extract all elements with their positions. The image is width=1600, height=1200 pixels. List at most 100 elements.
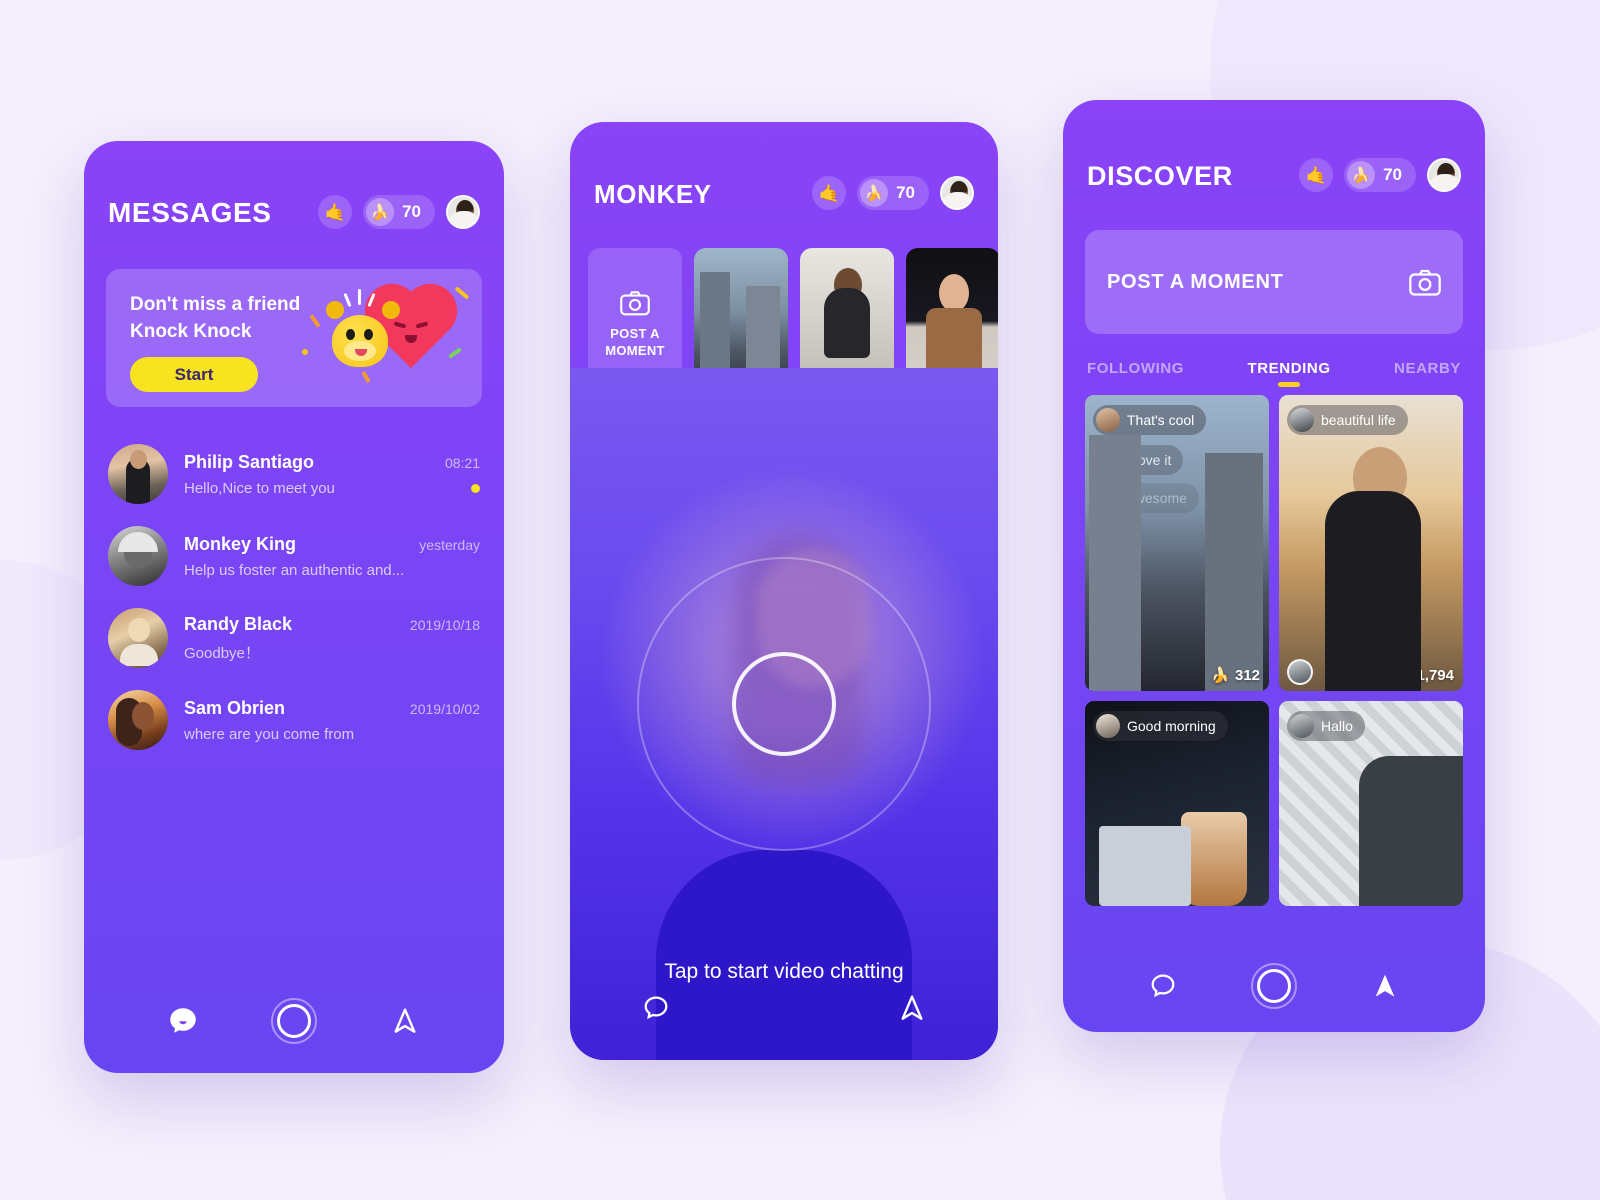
contact-name: Sam Obrien	[184, 697, 286, 718]
message-time: yesterday	[419, 536, 480, 553]
page-title: MESSAGES	[108, 197, 272, 228]
banana-count: 70	[402, 202, 421, 221]
knock-knock-banner[interactable]: Don't miss a friend Knock Knock Start	[106, 269, 482, 407]
comment-bubble: awesome	[1093, 483, 1199, 513]
start-button[interactable]: Start	[130, 357, 258, 392]
avatar	[1096, 714, 1120, 738]
moment-card-city[interactable]: That's cool I love it awesome 🍌 312	[1085, 395, 1269, 691]
bottom-navigation	[570, 956, 998, 1060]
shaka-hand-icon[interactable]: 🤙	[1299, 158, 1334, 192]
moment-card-woman-sunset[interactable]: beautiful life 🍌 1,794	[1279, 395, 1463, 691]
banana-icon: 🍌	[1347, 161, 1376, 189]
tap-to-start-button[interactable]	[732, 652, 836, 756]
banana-icon: 🍌	[1211, 667, 1230, 684]
message-preview: Hello,Nice to meet you	[184, 479, 335, 497]
camera-icon	[620, 290, 650, 315]
navigation-arrow-icon[interactable]	[884, 980, 940, 1036]
page-title: MONKEY	[594, 179, 712, 209]
avatar[interactable]	[940, 176, 974, 210]
circle-record-icon[interactable]	[266, 993, 322, 1049]
shaka-hand-icon[interactable]: 🤙	[812, 176, 847, 210]
banana-count: 70	[1383, 165, 1402, 184]
like-count: 🍌 312	[1211, 666, 1260, 685]
monkey-heart-illustration	[298, 279, 474, 397]
chat-bubble-icon[interactable]	[628, 980, 684, 1036]
discover-header: DISCOVER 🤙 🍌 70	[1063, 100, 1485, 208]
banana-icon: 🍌	[860, 179, 889, 207]
bottom-navigation	[84, 969, 504, 1073]
comment-text: I love it	[1127, 452, 1172, 468]
avatar	[108, 690, 168, 750]
post-a-moment-bar[interactable]: POST A MOMENT	[1085, 230, 1463, 334]
list-item[interactable]: Sam Obrien 2019/10/02 where are you come…	[84, 679, 504, 761]
list-item[interactable]: Randy Black 2019/10/18 Goodbye！	[84, 597, 504, 679]
post-a-moment-label: POST A MOMENT	[605, 325, 665, 359]
comment-bubble: beautiful life	[1287, 405, 1408, 435]
message-time: 2019/10/18	[409, 616, 480, 633]
camera-icon	[1409, 269, 1441, 296]
list-item[interactable]: Monkey King yesterday Help us foster an …	[84, 515, 504, 597]
navigation-arrow-icon[interactable]	[1357, 958, 1413, 1014]
avatar	[108, 608, 168, 668]
comment-text: Hallo	[1321, 718, 1353, 734]
avatar[interactable]	[1427, 158, 1461, 192]
background-dot-b	[1405, 1110, 1461, 1166]
avatar	[108, 444, 168, 504]
shaka-hand-icon[interactable]: 🤙	[318, 195, 353, 229]
comment-bubble: That's cool	[1093, 405, 1207, 435]
monkey-header: MONKEY 🤙 🍌 70	[570, 122, 998, 210]
chat-bubble-icon[interactable]	[1135, 958, 1191, 1014]
chat-bubble-icon[interactable]	[155, 993, 211, 1049]
banana-icon: 🍌	[1392, 667, 1412, 684]
post-moment-line-2: MOMENT	[605, 342, 665, 358]
contact-name: Randy Black	[184, 613, 293, 634]
message-preview: Help us foster an authentic and...	[184, 561, 405, 579]
phone-screen-messages: MESSAGES 🤙 🍌 70 Don't miss a friend Knoc…	[84, 141, 504, 1073]
messages-header: MESSAGES 🤙 🍌 70	[84, 141, 504, 247]
message-time: 08:21	[444, 454, 480, 471]
like-count-value: 312	[1234, 666, 1260, 684]
like-count-value: 1,794	[1416, 666, 1454, 684]
comment-text: Good morning	[1127, 718, 1216, 734]
knock-knock-title: Don't miss a friend Knock Knock	[130, 291, 300, 345]
post-moment-line-1: POST A	[610, 325, 660, 341]
comment-bubble: I love it	[1093, 445, 1184, 475]
banana-icon: 🍌	[366, 198, 395, 226]
phone-screen-discover: DISCOVER 🤙 🍌 70 POST A MOMENT FOLLOWING …	[1063, 100, 1485, 1032]
like-count: 🍌 1,794	[1392, 666, 1454, 685]
banana-balance-pill[interactable]: 🍌 70	[1344, 158, 1416, 192]
author-avatar	[1287, 659, 1313, 685]
background-dot-a	[1327, 1113, 1383, 1169]
unread-badge	[471, 483, 480, 493]
avatar	[1096, 408, 1120, 432]
banana-balance-pill[interactable]: 🍌 70	[363, 195, 435, 229]
tab-following[interactable]: FOLLOWING	[1087, 360, 1184, 389]
header-actions: 🤙 🍌 70	[1299, 158, 1461, 192]
avatar	[1096, 486, 1120, 510]
header-actions: 🤙 🍌 70	[318, 195, 480, 229]
comment-text: awesome	[1127, 490, 1187, 506]
avatar	[1096, 448, 1120, 472]
circle-record-icon[interactable]	[1246, 958, 1302, 1014]
message-list: Philip Santiago 08:21 Hello,Nice to meet…	[84, 433, 504, 761]
moment-card-woman-fence[interactable]: Hallo	[1279, 701, 1463, 906]
knock-line-2: Knock Knock	[130, 321, 252, 342]
navigation-arrow-icon[interactable]	[377, 993, 433, 1049]
page-title: DISCOVER	[1087, 161, 1233, 191]
avatar	[1290, 714, 1314, 738]
list-item[interactable]: Philip Santiago 08:21 Hello,Nice to meet…	[84, 433, 504, 515]
comment-text: beautiful life	[1321, 412, 1396, 428]
bottom-navigation	[1063, 940, 1485, 1032]
tab-trending[interactable]: TRENDING	[1247, 360, 1330, 389]
header-actions: 🤙 🍌 70	[812, 176, 974, 210]
author-avatar	[1093, 659, 1119, 685]
phone-screen-monkey: MONKEY 🤙 🍌 70 POST A MOMENT Tap to start…	[570, 122, 998, 1060]
banana-balance-pill[interactable]: 🍌 70	[857, 176, 929, 210]
tab-nearby[interactable]: NEARBY	[1394, 360, 1461, 389]
avatar	[1290, 408, 1314, 432]
discover-tabs: FOLLOWING TRENDING NEARBY	[1063, 334, 1485, 389]
discover-grid: That's cool I love it awesome 🍌 312 beau…	[1063, 389, 1485, 906]
message-preview: Goodbye！	[184, 644, 260, 662]
moment-card-coffee[interactable]: Good morning	[1085, 701, 1269, 906]
avatar[interactable]	[446, 195, 480, 229]
